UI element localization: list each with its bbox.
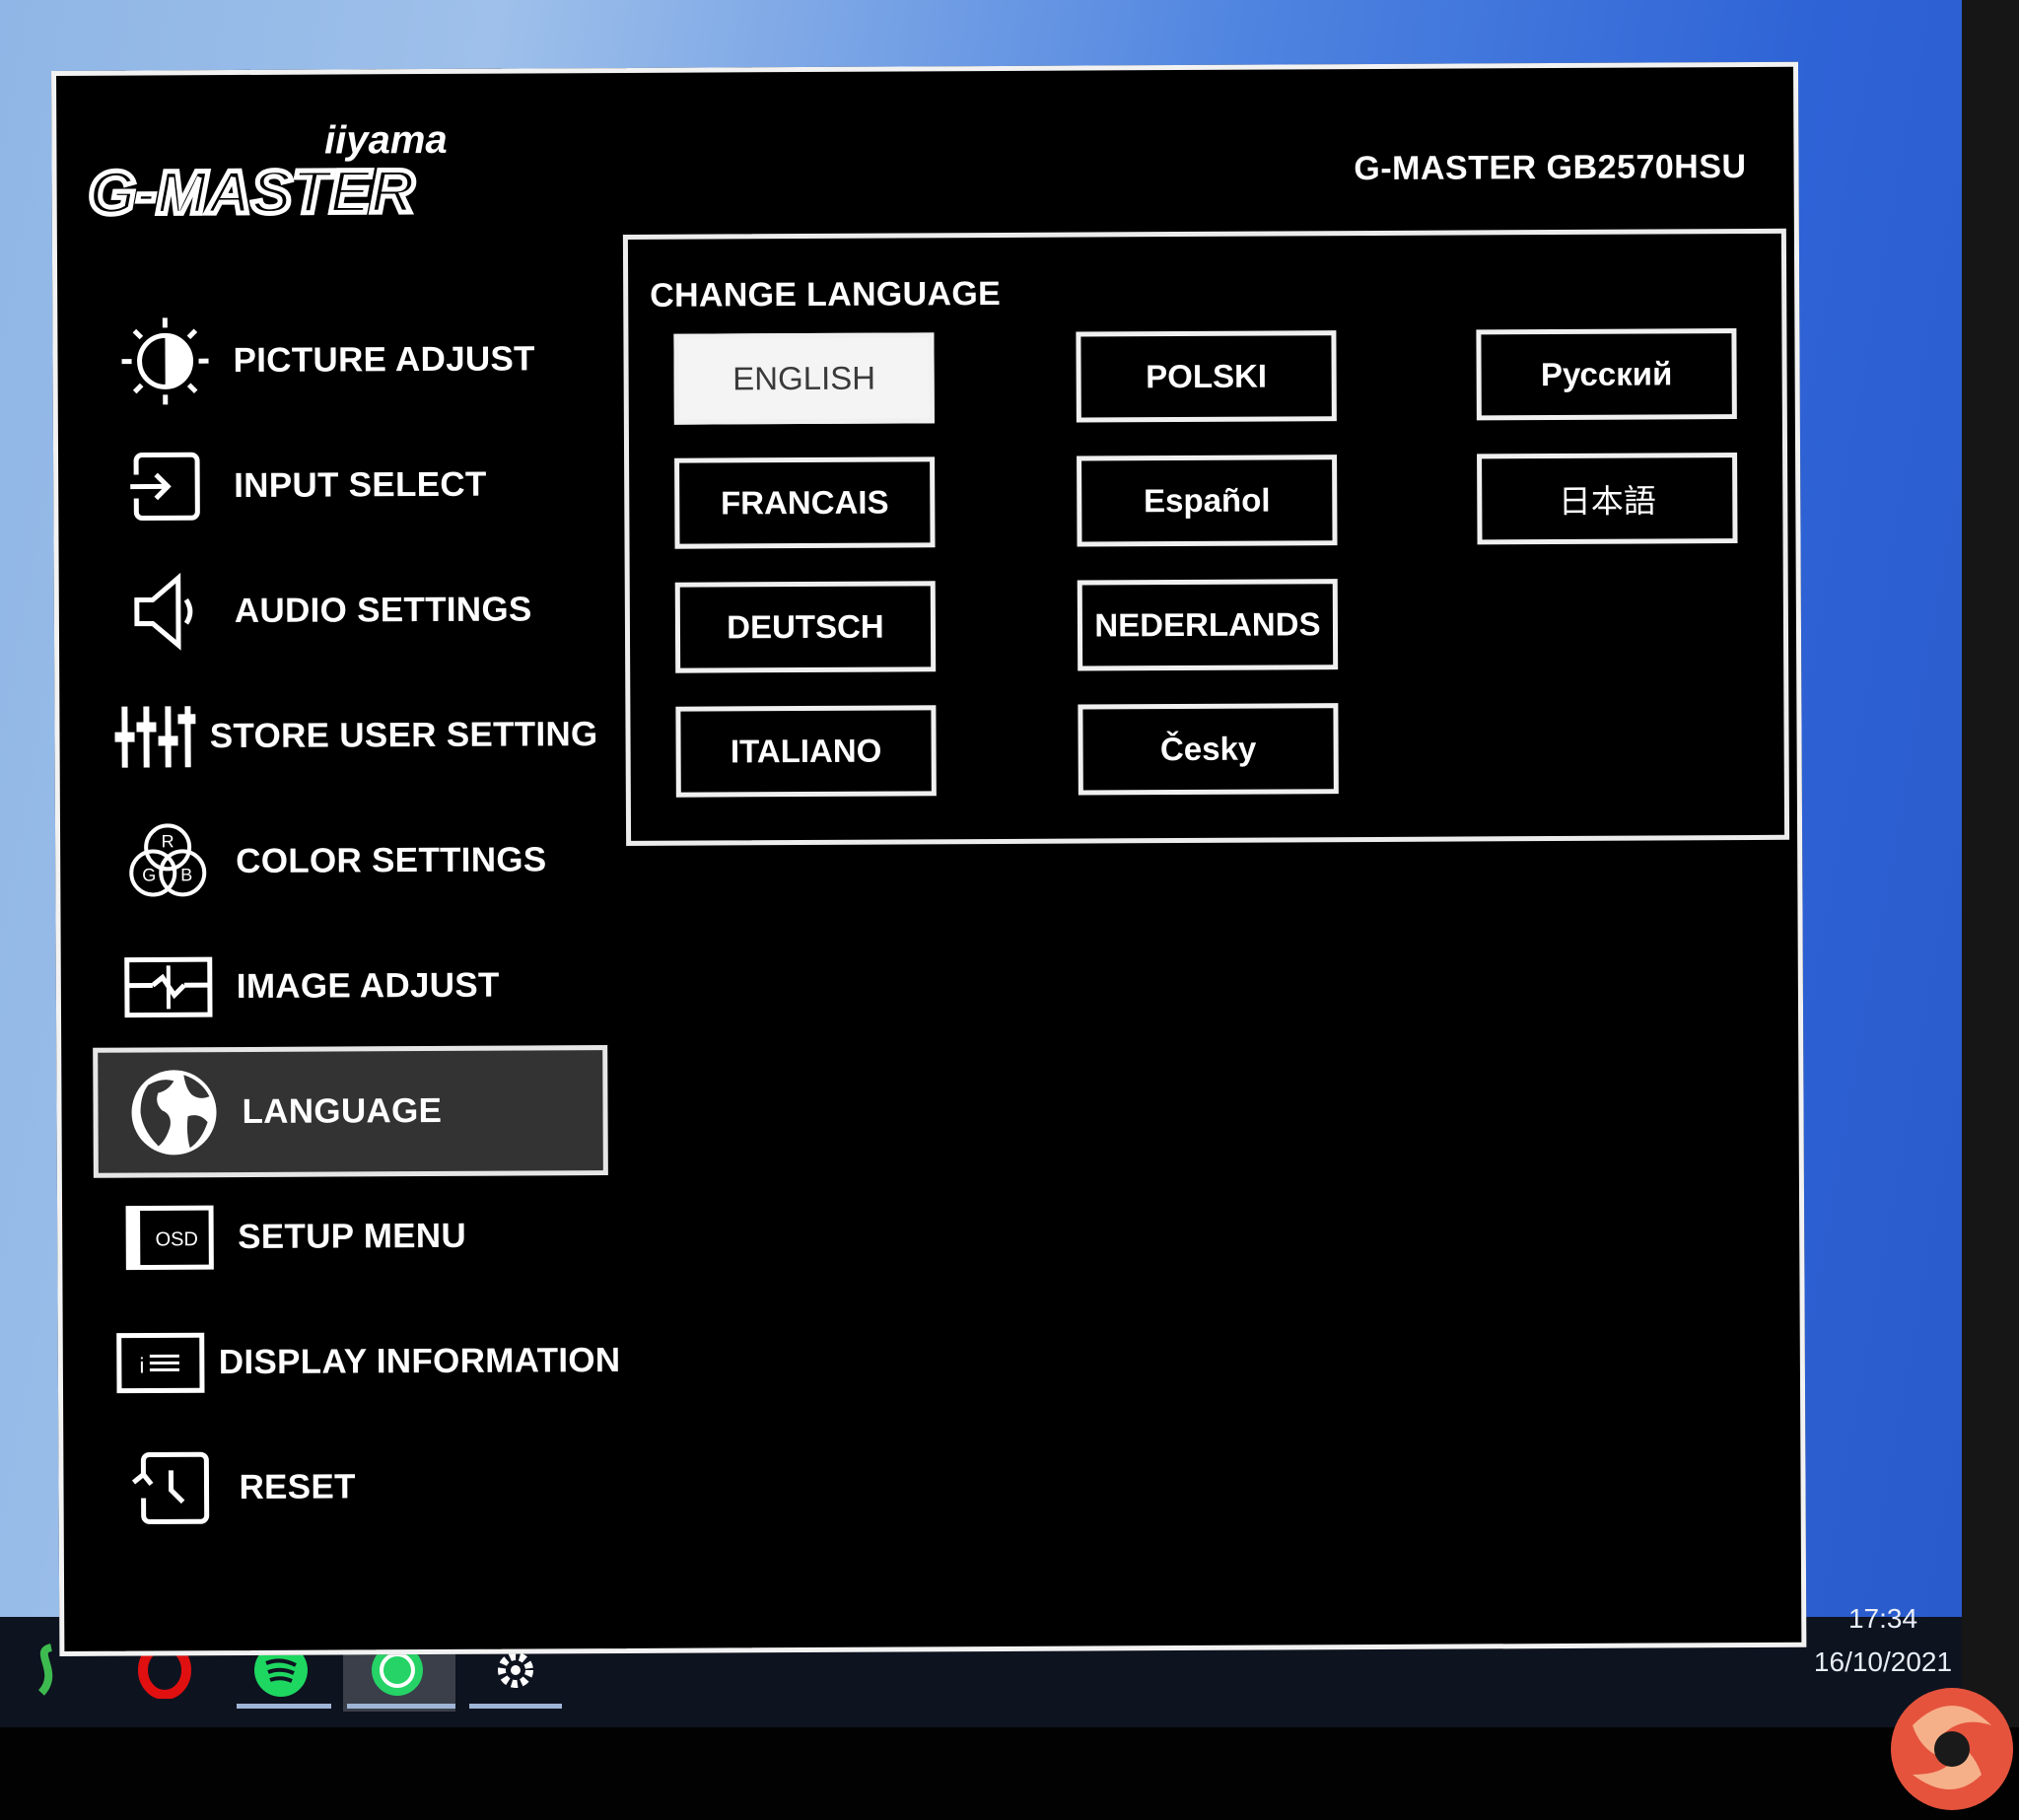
svg-text:OSD: OSD [155,1228,197,1250]
rgb-icon: R G B [113,812,223,912]
svg-text:i: i [139,1354,144,1378]
sliders-icon [112,687,196,786]
menu-label: INPUT SELECT [234,464,487,506]
language-option-russian[interactable]: Русский [1476,328,1737,421]
menu-label: IMAGE ADJUST [236,965,500,1007]
taskbar-time[interactable]: 17:34 [1794,1603,1972,1635]
language-option-francais[interactable]: FRANCAIS [674,456,936,549]
language-option-italiano[interactable]: ITALIANO [675,705,937,798]
taskbar-indicator [469,1704,562,1709]
menu-item-picture-adjust[interactable]: PICTURE ADJUST [83,300,596,421]
globe-icon [119,1063,229,1162]
menu-label: LANGUAGE [242,1090,443,1132]
menu-item-display-information[interactable]: i DISPLAY INFORMATION [89,1301,621,1423]
brightness-icon [110,312,220,411]
taskbar-indicator [347,1704,455,1709]
reset-icon [116,1438,226,1538]
menu-item-image-adjust[interactable]: IMAGE ADJUST [87,926,600,1047]
menu-label: RESET [239,1467,356,1507]
menu-item-language[interactable]: LANGUAGE [93,1045,608,1178]
monitor-bezel-right [1962,0,2019,1820]
watermark-logo [1891,1688,2013,1810]
menu-label: STORE USER SETTING [209,715,598,756]
svg-text:G: G [142,865,156,884]
product-line: G-MASTER [88,158,414,228]
language-option-deutsch[interactable]: DEUTSCH [674,581,937,673]
info-icon: i [116,1313,206,1412]
change-language-panel: CHANGE LANGUAGE ENGLISH FRANCAIS DEUTSCH… [622,228,1790,846]
panel-title: CHANGE LANGUAGE [650,274,1002,315]
menu-item-reset[interactable]: RESET [89,1427,602,1548]
language-option-nederlands[interactable]: NEDERLANDS [1077,579,1339,671]
image-adjust-icon [114,938,224,1037]
svg-text:R: R [162,831,174,851]
brand-name: iiyama [324,118,448,163]
menu-label: PICTURE ADJUST [233,339,535,381]
menu-item-setup-menu[interactable]: OSD SETUP MENU [88,1176,601,1297]
menu-label: DISPLAY INFORMATION [218,1340,621,1382]
language-option-polski[interactable]: POLSKI [1076,330,1337,423]
language-option-english[interactable]: ENGLISH [673,332,935,425]
menu-item-color-settings[interactable]: R G B COLOR SETTINGS [86,801,599,922]
osd-icon: OSD [115,1188,225,1288]
svg-text:B: B [180,865,192,884]
osd-window: iiyama G-MASTER G-MASTER GB2570HSU PICTU… [51,61,1807,1656]
taskbar-indicator [237,1704,331,1709]
menu-item-store-user-setting[interactable]: STORE USER SETTING [85,675,598,797]
osd-main-menu: PICTURE ADJUST INPUT SELECT AUDIO SETTIN… [83,241,621,1524]
language-option-cesky[interactable]: Česky [1078,703,1339,796]
model-name: G-MASTER GB2570HSU [1354,147,1747,188]
speaker-icon [112,562,222,662]
language-option-japanese[interactable]: 日本語 [1477,453,1738,545]
menu-label: COLOR SETTINGS [236,840,547,881]
menu-item-input-select[interactable]: INPUT SELECT [84,425,597,546]
menu-label: AUDIO SETTINGS [234,590,532,631]
menu-label: SETUP MENU [238,1216,467,1257]
input-icon [111,437,221,536]
language-option-espanol[interactable]: Español [1077,455,1338,547]
monitor-bezel-bottom [0,1727,2019,1820]
menu-item-audio-settings[interactable]: AUDIO SETTINGS [85,550,598,671]
g-master-logo: iiyama G-MASTER [86,118,448,230]
